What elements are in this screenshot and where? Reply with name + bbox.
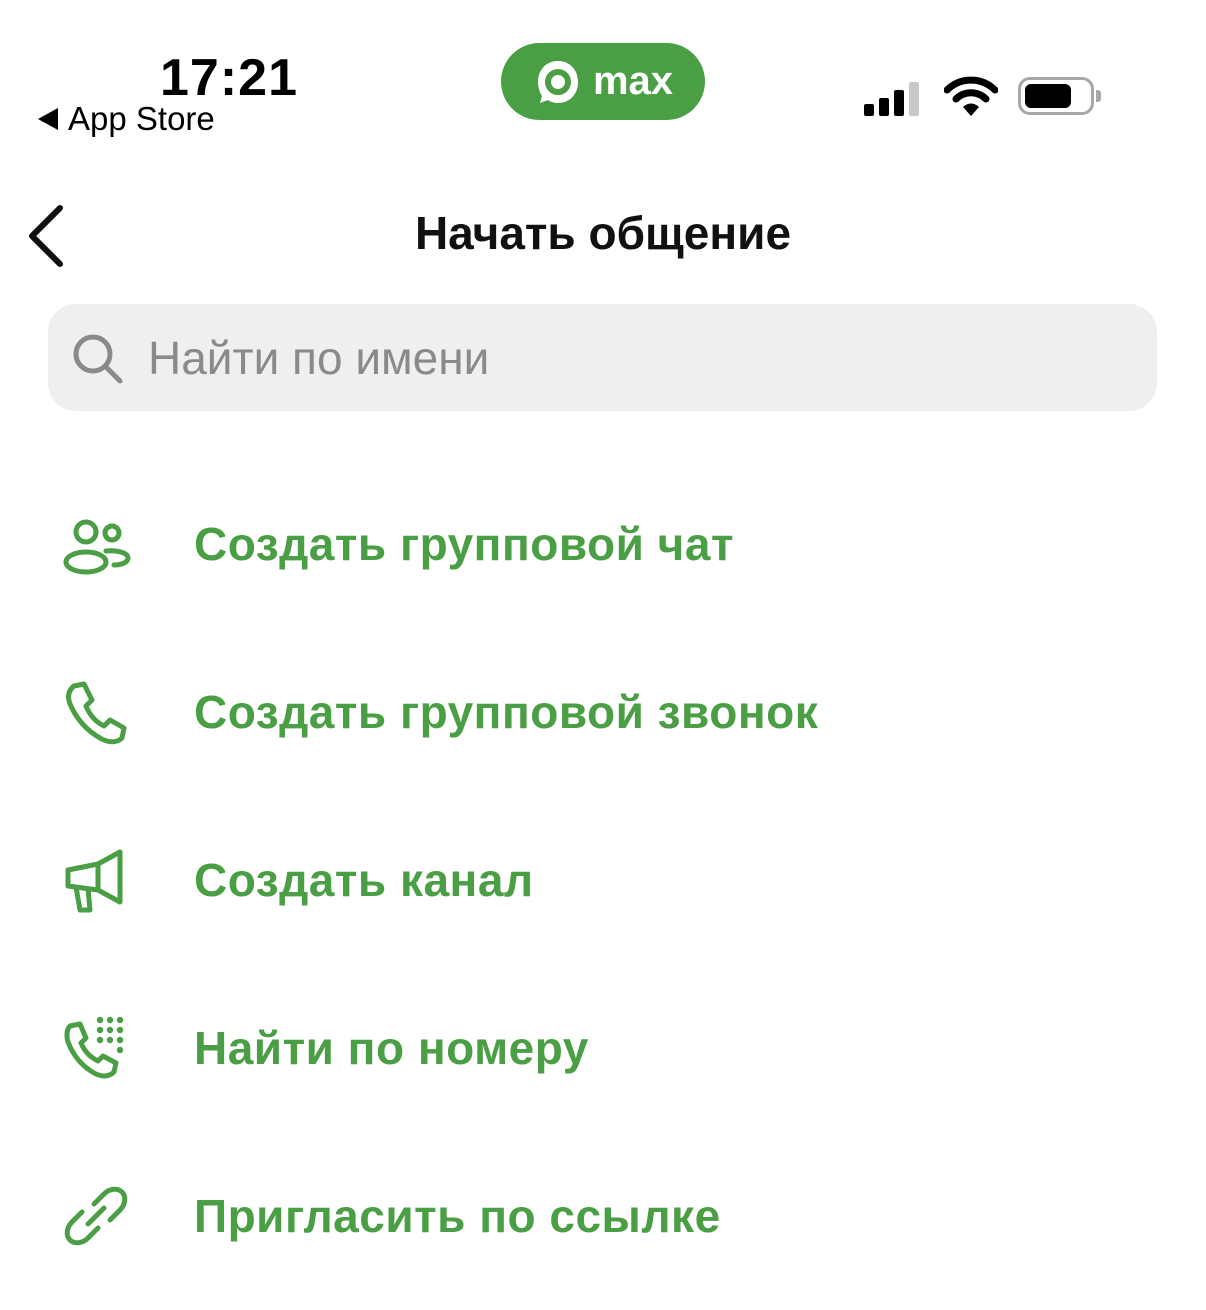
brand-label: max — [592, 59, 674, 103]
max-logo-icon — [537, 60, 578, 103]
battery-tip — [1096, 90, 1101, 102]
create-group-chat-label: Создать групповой чат — [194, 518, 734, 570]
group-chat-icon — [63, 519, 131, 575]
back-app-label: App Store — [68, 100, 215, 137]
search-bar[interactable] — [48, 304, 1157, 411]
wifi-icon — [944, 76, 998, 116]
find-by-number-label: Найти по номеру — [194, 1022, 589, 1074]
phone-keypad-icon — [64, 1016, 124, 1079]
search-icon — [73, 334, 123, 383]
phone-icon — [66, 681, 127, 745]
find-by-number-button[interactable]: Найти по номеру — [0, 964, 1206, 1132]
invite-by-link-label: Пригласить по ссылке — [194, 1190, 721, 1242]
search-input[interactable] — [146, 329, 1110, 386]
back-to-app-store[interactable]: App Store — [38, 100, 215, 138]
link-icon — [64, 1186, 128, 1246]
status-bar: 17:21 App Store max — [0, 0, 1206, 160]
actions-list: Создать групповой чат Создать групповой … — [0, 460, 1206, 1300]
status-time: 17:21 — [160, 49, 298, 107]
brand-pill: max — [501, 43, 705, 120]
create-group-call-label: Создать групповой звонок — [194, 686, 819, 738]
megaphone-icon — [65, 849, 123, 913]
create-channel-button[interactable]: Создать канал — [0, 796, 1206, 964]
battery-icon — [1018, 77, 1094, 115]
signal-icon — [864, 80, 919, 116]
create-channel-label: Создать канал — [194, 854, 534, 906]
page-title: Начать общение — [414, 207, 792, 259]
invite-by-link-button[interactable]: Пригласить по ссылке — [0, 1132, 1206, 1300]
back-triangle-icon — [38, 108, 58, 130]
create-group-chat-button[interactable]: Создать групповой чат — [0, 460, 1206, 628]
create-group-call-button[interactable]: Создать групповой звонок — [0, 628, 1206, 796]
